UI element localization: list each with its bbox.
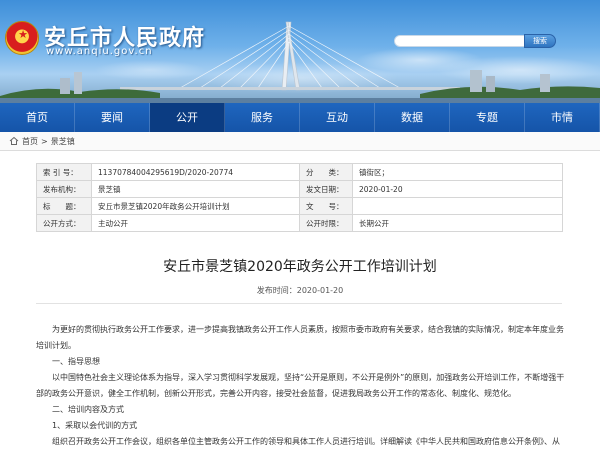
category-label: 分 类： bbox=[299, 163, 353, 181]
article-title: 安丘市景芝镇2020年政务公开工作培训计划 bbox=[163, 259, 437, 275]
disclosure-period-label: 公开时限： bbox=[299, 214, 353, 232]
national-emblem-logo[interactable]: ★ bbox=[5, 21, 39, 55]
publisher-label: 发布机构： bbox=[36, 180, 92, 198]
title-label: 标 题： bbox=[36, 197, 92, 215]
article-paragraph: 组织召开政务公开工作会议，组织各单位主管政务公开工作的领导和具体工作人员进行培训… bbox=[52, 437, 560, 446]
header-banner: ★ 安丘市人民政府 www.anqiu.gov.cn 搜索 bbox=[0, 0, 600, 103]
table-row: 公开方式： 主动公开 公开时限： 长期公开 bbox=[36, 214, 563, 232]
nav-item-city-info[interactable]: 市情 bbox=[525, 103, 600, 132]
article-publish-date: 发布时间：2020-01-20 bbox=[256, 286, 344, 295]
divider bbox=[36, 303, 562, 304]
breadcrumb-separator: > bbox=[41, 136, 48, 146]
disclosure-period-value: 长期公开 bbox=[352, 214, 563, 232]
site-url: www.anqiu.gov.cn bbox=[46, 46, 153, 57]
article-heading: 一、指导思想 bbox=[52, 357, 100, 366]
breadcrumb: 首页 > 景芝镇 bbox=[0, 132, 600, 151]
table-row: 发布机构： 景芝镇 发文日期： 2020-01-20 bbox=[36, 180, 563, 198]
article-body: 为更好的贯彻执行政务公开工作要求，进一步提高我镇政务公开工作人员素质，按照市委市… bbox=[36, 322, 566, 450]
article-subheading: 1、采取以会代训的方式 bbox=[52, 421, 138, 430]
nav-item-public[interactable]: 公开 bbox=[150, 103, 225, 132]
article-paragraph: 以中国特色社会主义理论体系为指导，深入学习贯彻科学发展观，坚持“公开是原则，不公… bbox=[36, 373, 565, 398]
article-heading: 二、培训内容及方式 bbox=[52, 405, 124, 414]
nav-item-news[interactable]: 要闻 bbox=[75, 103, 150, 132]
title-value: 安丘市景芝镇2020年政务公开培训计划 bbox=[91, 197, 300, 215]
home-icon bbox=[9, 136, 19, 145]
disclosure-method-label: 公开方式： bbox=[36, 214, 92, 232]
document-info-table: 索 引 号： 11370784004295619D/2020-20774 分 类… bbox=[36, 163, 563, 232]
nav-item-service[interactable]: 服务 bbox=[225, 103, 300, 132]
publisher-value: 景芝镇 bbox=[91, 180, 300, 198]
table-row: 索 引 号： 11370784004295619D/2020-20774 分 类… bbox=[36, 163, 563, 181]
nav-item-data[interactable]: 数据 bbox=[375, 103, 450, 132]
nav-item-home[interactable]: 首页 bbox=[0, 103, 75, 132]
nav-item-topics[interactable]: 专题 bbox=[450, 103, 525, 132]
main-nav: 首页 要闻 公开 服务 互动 数据 专题 市情 bbox=[0, 103, 600, 132]
index-value: 11370784004295619D/2020-20774 bbox=[91, 163, 300, 181]
search-button[interactable]: 搜索 bbox=[524, 34, 556, 48]
index-label: 索 引 号： bbox=[36, 163, 92, 181]
issue-date-label: 发文日期： bbox=[299, 180, 353, 198]
table-row: 标 题： 安丘市景芝镇2020年政务公开培训计划 文 号： bbox=[36, 197, 563, 215]
search-input[interactable] bbox=[394, 35, 526, 47]
doc-number-label: 文 号： bbox=[299, 197, 353, 215]
disclosure-method-value: 主动公开 bbox=[91, 214, 300, 232]
breadcrumb-current[interactable]: 景芝镇 bbox=[51, 136, 75, 147]
article-paragraph: 为更好的贯彻执行政务公开工作要求，进一步提高我镇政务公开工作人员素质，按照市委市… bbox=[36, 325, 564, 350]
issue-date-value: 2020-01-20 bbox=[352, 180, 563, 198]
breadcrumb-home-link[interactable]: 首页 bbox=[22, 136, 38, 147]
nav-item-interaction[interactable]: 互动 bbox=[300, 103, 375, 132]
category-value: 镇街区； bbox=[352, 163, 563, 181]
doc-number-value bbox=[352, 197, 563, 215]
